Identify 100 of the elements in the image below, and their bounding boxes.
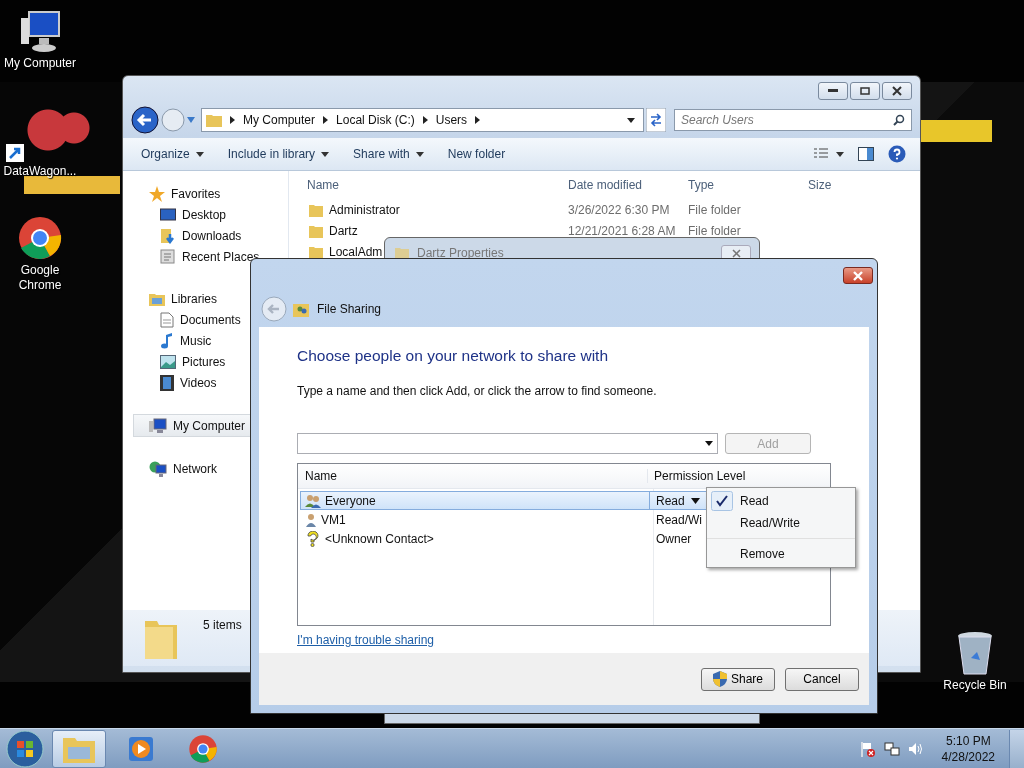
dropdown-caret-icon[interactable] bbox=[705, 441, 713, 446]
user-icon bbox=[305, 512, 317, 527]
recent-places-icon bbox=[160, 248, 176, 265]
breadcrumb-item[interactable]: Users bbox=[435, 113, 468, 127]
breadcrumb-item[interactable]: My Computer bbox=[243, 113, 316, 127]
file-type: File folder bbox=[688, 202, 742, 217]
column-header[interactable]: Permission Level bbox=[648, 469, 746, 483]
toolbar-button[interactable]: New folder bbox=[437, 143, 516, 165]
preview-pane-icon[interactable] bbox=[858, 147, 874, 161]
pictures-icon bbox=[160, 354, 176, 369]
folder-icon bbox=[309, 202, 323, 217]
toolbar-button[interactable]: Organize bbox=[131, 143, 214, 165]
file-name[interactable]: Dartz bbox=[329, 223, 358, 238]
refresh-button[interactable] bbox=[646, 108, 666, 132]
shield-icon bbox=[713, 671, 727, 687]
menu-item[interactable]: Read/Write bbox=[707, 512, 855, 534]
clock[interactable]: 5:10 PM 4/28/2022 bbox=[941, 732, 995, 765]
desktop-icon-label[interactable]: Google Chrome bbox=[0, 263, 80, 293]
list-row[interactable]: <Unknown Contact> bbox=[300, 529, 650, 548]
caret-icon bbox=[321, 151, 330, 157]
folder-icon bbox=[309, 223, 323, 238]
maximize-button[interactable] bbox=[850, 82, 880, 100]
sidebar-item[interactable]: Downloads bbox=[123, 225, 288, 246]
search-field[interactable]: Search Users bbox=[674, 109, 912, 131]
star-icon bbox=[149, 185, 165, 202]
date-modified: 3/26/2022 6:30 PM bbox=[568, 202, 671, 217]
search-icon bbox=[893, 114, 905, 126]
taskbar-app-button[interactable] bbox=[52, 729, 106, 768]
heading: Choose people on your network to share with bbox=[297, 347, 610, 365]
column-header[interactable]: Size bbox=[808, 178, 832, 192]
sharing-icon bbox=[293, 301, 309, 317]
network-icon[interactable] bbox=[883, 740, 900, 757]
address-bar[interactable]: My Computer Local Disk (C:) Users bbox=[201, 108, 644, 132]
window-title: Dartz Properties bbox=[417, 246, 504, 260]
chevron-icon[interactable] bbox=[323, 116, 329, 124]
help-icon[interactable] bbox=[888, 145, 906, 163]
desktop-icon-label[interactable]: My Computer bbox=[4, 56, 76, 71]
recycle-bin-icon[interactable] bbox=[955, 630, 995, 676]
list-row[interactable]: Everyone bbox=[300, 491, 650, 510]
desktop-icon-label[interactable]: Recycle Bin bbox=[943, 678, 1007, 693]
permission-level[interactable]: Owner bbox=[656, 531, 692, 546]
sidebar-item[interactable]: Favorites bbox=[123, 183, 288, 204]
close-button[interactable] bbox=[882, 82, 912, 100]
chrome-icon[interactable] bbox=[17, 215, 63, 261]
instruction-text: Type a name and then click Add, or click the arrow to find someone. bbox=[297, 384, 658, 398]
file-name[interactable]: LocalAdm bbox=[329, 244, 383, 259]
toolbar-button[interactable]: Include in library bbox=[217, 143, 340, 165]
minimize-button[interactable] bbox=[818, 82, 848, 100]
history-caret-icon[interactable] bbox=[187, 117, 195, 123]
film-icon bbox=[160, 374, 174, 391]
download-folder-icon bbox=[160, 227, 176, 244]
action-center-flag-icon[interactable] bbox=[859, 740, 876, 757]
close-icon bbox=[892, 86, 902, 96]
network-icon bbox=[149, 460, 167, 477]
close-icon bbox=[731, 248, 741, 258]
minimize-icon bbox=[828, 89, 838, 93]
question-mark-icon bbox=[305, 530, 321, 547]
computer-icon bbox=[149, 417, 167, 434]
column-header[interactable]: Name bbox=[298, 469, 648, 483]
menu-item[interactable]: Read bbox=[707, 490, 855, 512]
library-icon bbox=[149, 291, 165, 306]
date-modified: 12/21/2021 6:28 AM bbox=[568, 223, 677, 238]
help-link[interactable]: I'm having trouble sharing bbox=[297, 633, 435, 647]
caret-icon bbox=[415, 151, 424, 157]
start-button[interactable] bbox=[6, 729, 44, 768]
folder-icon bbox=[206, 113, 222, 127]
file-type: File folder bbox=[688, 223, 742, 238]
close-icon bbox=[852, 270, 864, 281]
column-header[interactable]: Type bbox=[688, 178, 808, 192]
item-count: 5 items bbox=[203, 618, 242, 632]
users-icon bbox=[305, 493, 321, 508]
chevron-icon[interactable] bbox=[475, 116, 481, 124]
sidebar-item[interactable]: Desktop bbox=[123, 204, 288, 225]
list-row[interactable]: VM1 bbox=[300, 510, 650, 529]
folder-icon bbox=[309, 244, 323, 259]
view-options-icon[interactable] bbox=[814, 148, 844, 160]
column-header[interactable]: Date modified bbox=[568, 178, 688, 192]
dialog-title: File Sharing bbox=[317, 302, 382, 316]
toolbar-button[interactable]: Share with bbox=[343, 143, 434, 165]
music-note-icon bbox=[160, 332, 174, 349]
close-button[interactable] bbox=[843, 267, 873, 284]
desktop-icon bbox=[160, 207, 176, 222]
chrome-icon bbox=[188, 733, 218, 764]
media-player-icon bbox=[127, 734, 155, 763]
breadcrumb-item[interactable]: Local Disk (C:) bbox=[336, 113, 415, 127]
desktop-icon-label[interactable]: DataWagon... bbox=[3, 164, 77, 179]
document-icon bbox=[160, 311, 174, 328]
permission-level[interactable]: Read/Wi bbox=[656, 512, 702, 527]
chevron-icon[interactable] bbox=[230, 116, 235, 124]
shortcut-icon[interactable] bbox=[6, 144, 24, 162]
dropdown-caret-icon[interactable] bbox=[690, 497, 700, 504]
cancel-button[interactable]: Cancel bbox=[785, 667, 859, 691]
file-name[interactable]: Administrator bbox=[329, 202, 400, 217]
dropdown-caret-icon[interactable] bbox=[627, 117, 635, 123]
chevron-icon[interactable] bbox=[422, 116, 428, 124]
column-header[interactable]: Name bbox=[307, 178, 568, 192]
back-button[interactable] bbox=[131, 106, 159, 134]
maximize-icon bbox=[860, 87, 870, 95]
share-button[interactable]: Share bbox=[701, 667, 775, 691]
menu-item[interactable]: Remove bbox=[707, 538, 855, 565]
